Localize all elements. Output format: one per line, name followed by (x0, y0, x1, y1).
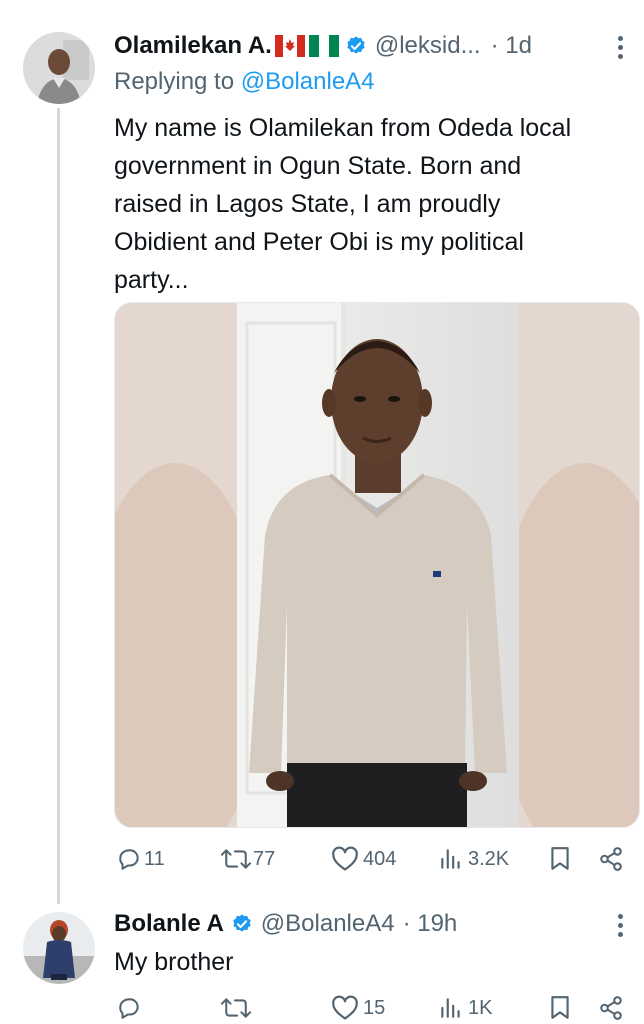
tweet2-text: My brother (114, 948, 234, 976)
retweet-icon (220, 849, 252, 869)
more-icon[interactable] (618, 36, 624, 63)
tweet1-author-name[interactable]: Olamilekan A. (114, 32, 272, 60)
views-button[interactable]: 3.2K (438, 846, 509, 872)
like-icon (332, 846, 358, 871)
reply-icon (119, 849, 139, 870)
views-count: 1K (468, 996, 493, 1019)
like-count: 404 (363, 847, 397, 870)
retweet-button[interactable] (219, 995, 253, 1021)
canada-flag-icon (274, 35, 305, 57)
tweet2-timestamp[interactable]: · 19h (403, 910, 458, 938)
tweet2-header: Bolanle A @BolanleA4 · 19h (114, 908, 457, 940)
reply-count: 11 (144, 847, 165, 870)
bookmark-icon (551, 996, 569, 1019)
retweet-button[interactable]: 77 (219, 846, 275, 872)
tweet1-text-line: Obidient and Peter Obi is my political (114, 228, 524, 256)
views-button[interactable]: 1K (438, 995, 492, 1021)
bookmark-button[interactable] (549, 995, 571, 1021)
tweet1-header: Olamilekan A. @leksid... · 1d (114, 30, 532, 62)
avatar-photo (23, 32, 95, 104)
verified-badge-icon (345, 35, 367, 57)
replying-to-line: Replying to @BolanleA4 (114, 68, 375, 96)
share-icon (600, 996, 622, 1020)
tweet2-handle[interactable]: @BolanleA4 (261, 910, 395, 938)
more-icon[interactable] (618, 914, 624, 941)
share-icon (600, 847, 622, 871)
avatar-photo (23, 912, 95, 984)
retweet-count: 77 (253, 847, 276, 870)
nigeria-flag-icon (308, 35, 339, 57)
tweet1-text-line: raised in Lagos State, I am proudly (114, 190, 501, 218)
verified-badge-icon (231, 913, 253, 935)
tweet2-author-name[interactable]: Bolanle A (114, 910, 224, 938)
share-button[interactable] (598, 846, 624, 872)
replying-prefix: Replying to (114, 68, 241, 95)
tweet1-photo[interactable] (114, 302, 640, 828)
tweet1-text: My name is Olamilekan from Odeda local g… (114, 109, 639, 299)
like-icon (332, 995, 358, 1020)
share-button[interactable] (598, 995, 624, 1021)
tweet1-handle[interactable]: @leksid... (375, 32, 481, 60)
thread-connector-line (57, 108, 60, 904)
bookmark-button[interactable] (549, 846, 571, 872)
tweet1-timestamp[interactable]: · 1d (491, 32, 532, 60)
tweet2-avatar[interactable] (23, 912, 95, 984)
like-count: 15 (363, 996, 386, 1019)
like-button[interactable]: 404 (331, 846, 396, 872)
reply-button[interactable] (116, 995, 142, 1021)
bookmark-icon (551, 847, 569, 870)
flag-icons (274, 35, 339, 57)
tweet1-avatar[interactable] (23, 32, 95, 104)
photo-man-in-sweater (115, 303, 639, 827)
reply-button[interactable]: 11 (116, 846, 165, 872)
views-count: 3.2K (468, 847, 510, 870)
replying-to-link[interactable]: @BolanleA4 (241, 68, 375, 95)
tweet1-text-line: party... (114, 266, 189, 294)
views-icon (441, 998, 460, 1018)
reply-icon (119, 998, 139, 1019)
tweet1-text-line: My name is Olamilekan from Odeda local (114, 114, 572, 142)
tweet1-text-line: government in Ogun State. Born and (114, 152, 522, 180)
retweet-icon (220, 998, 252, 1018)
like-button[interactable]: 15 (331, 995, 385, 1021)
views-icon (441, 849, 460, 869)
